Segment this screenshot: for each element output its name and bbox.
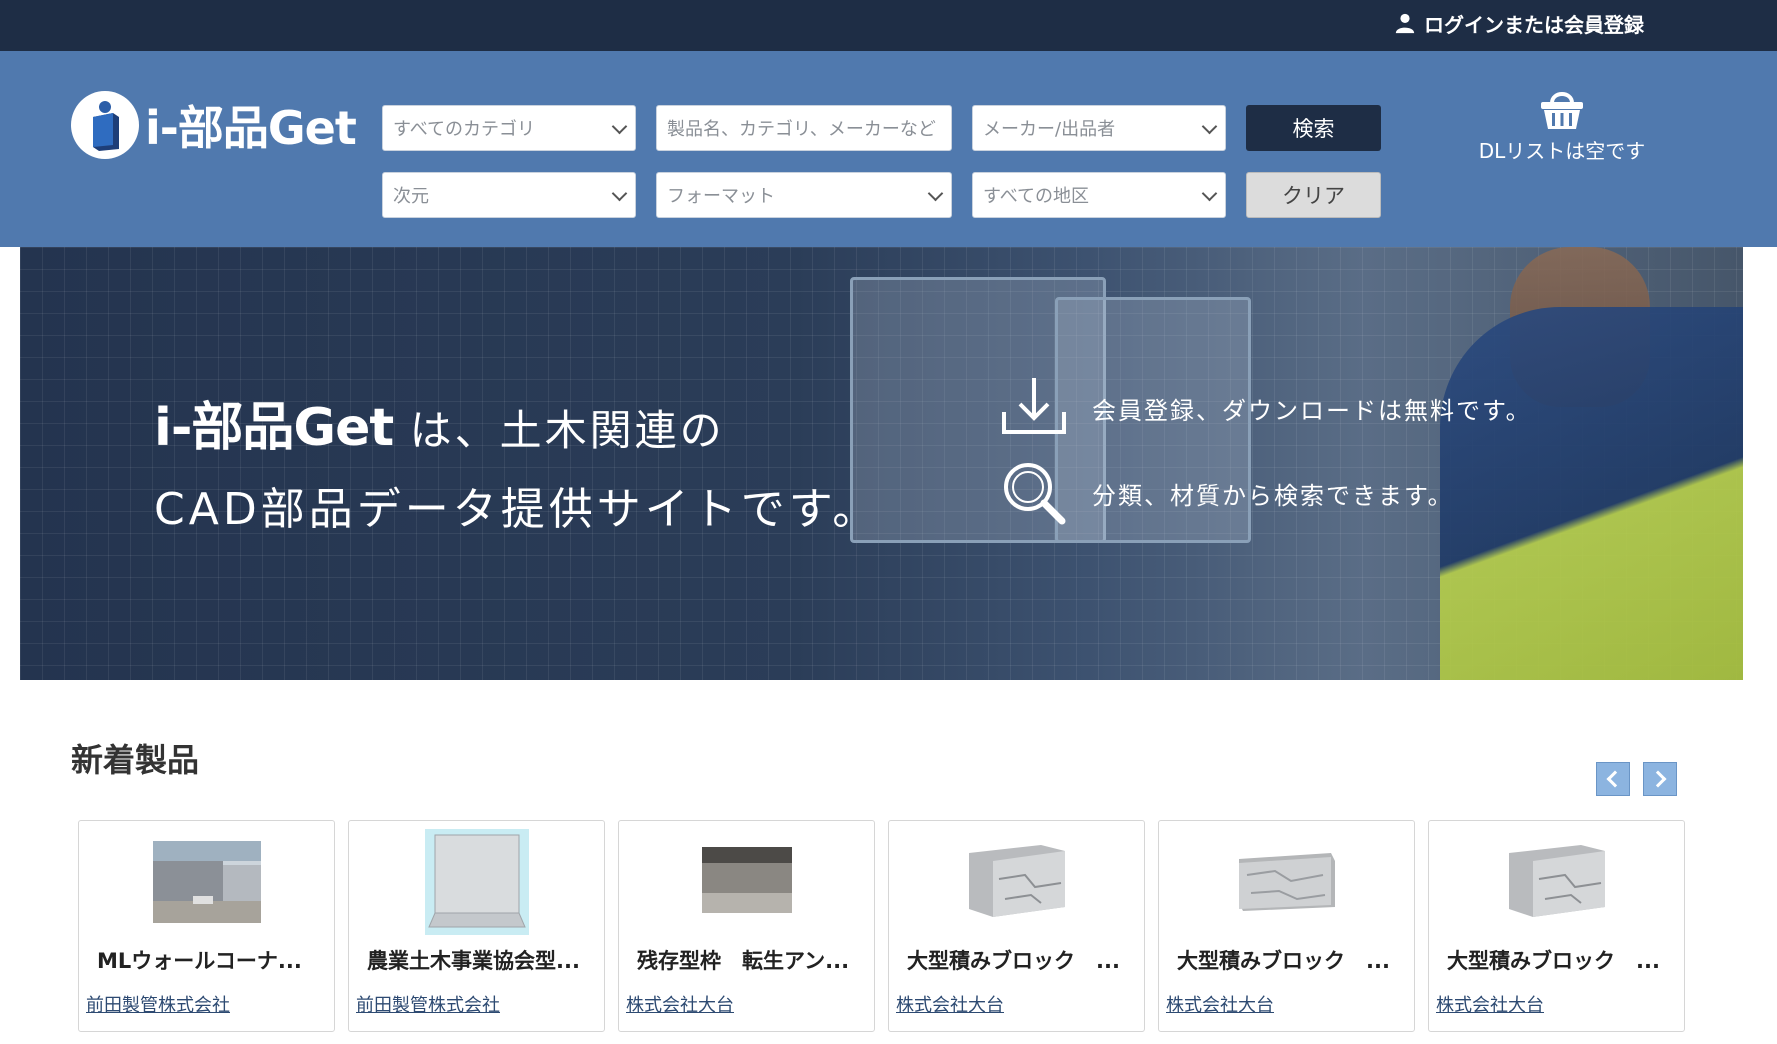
dimension-select[interactable]: 次元: [382, 172, 636, 218]
product-maker-link[interactable]: 株式会社大台: [1436, 991, 1544, 1017]
product-thumbnail: [1238, 853, 1335, 911]
chevron-right-icon: [1649, 770, 1667, 788]
hero-title: i-部品Get は、土木関連の: [154, 385, 725, 460]
product-maker-link[interactable]: 株式会社大台: [626, 991, 734, 1017]
logo-text: i-部品Get: [145, 101, 357, 155]
download-icon: [1002, 378, 1066, 434]
product-card[interactable]: MLウォールコーナ... 前田製管株式会社: [78, 820, 335, 1032]
chevron-down-icon: [927, 185, 944, 202]
product-thumbnail: [152, 841, 261, 923]
hero-brand: i-部品Get: [154, 398, 394, 458]
product-card[interactable]: 残存型枠 転生アン... 株式会社大台: [618, 820, 875, 1032]
header: i-部品Get すべてのカテゴリ 製品名、カテゴリ、メーカーなど メーカー/出品…: [0, 51, 1777, 247]
dl-list-label: DLリストは空です: [1478, 139, 1646, 163]
user-icon: [1395, 13, 1415, 34]
product-thumbnail: [1508, 845, 1605, 917]
chevron-down-icon: [611, 118, 628, 135]
hero-banner: i-部品Get は、土木関連の CAD部品データ提供サイトです。 会員登録、ダウ…: [20, 247, 1743, 680]
chevron-down-icon: [1201, 118, 1218, 135]
chevron-down-icon: [611, 185, 628, 202]
product-card[interactable]: 大型積みブロック ... 株式会社大台: [888, 820, 1145, 1032]
category-select[interactable]: すべてのカテゴリ: [382, 105, 636, 151]
search-button[interactable]: 検索: [1246, 105, 1381, 151]
search-input[interactable]: 製品名、カテゴリ、メーカーなど: [656, 105, 952, 151]
product-card[interactable]: 大型積みブロック ... 株式会社大台: [1158, 820, 1415, 1032]
top-bar: ログインまたは会員登録: [0, 0, 1777, 51]
product-name[interactable]: 大型積みブロック ...: [907, 945, 1129, 975]
maker-select[interactable]: メーカー/出品者: [972, 105, 1226, 151]
login-label: ログインまたは会員登録: [1424, 12, 1644, 37]
new-products-title: 新着製品: [71, 741, 200, 779]
magnifier-icon: [1004, 463, 1066, 525]
dl-list-button[interactable]: DLリストは空です: [1462, 87, 1662, 164]
product-thumbnail: [424, 829, 529, 935]
format-select[interactable]: フォーマット: [656, 172, 952, 218]
hero-feature-download: 会員登録、ダウンロードは無料です。: [998, 372, 1532, 444]
hero-title-rest: は、土木関連の: [393, 406, 725, 455]
product-maker-link[interactable]: 前田製管株式会社: [356, 991, 500, 1017]
product-name[interactable]: 大型積みブロック ...: [1447, 945, 1669, 975]
product-name[interactable]: MLウォールコーナ...: [97, 945, 319, 975]
site-logo[interactable]: i-部品Get: [71, 89, 357, 161]
product-maker-link[interactable]: 株式会社大台: [896, 991, 1004, 1017]
product-maker-link[interactable]: 前田製管株式会社: [86, 991, 230, 1017]
hero-feature-search: 分類、材質から検索できます。: [998, 457, 1454, 529]
feature-download-text: 会員登録、ダウンロードは無料です。: [1092, 396, 1532, 425]
hero-subtitle: CAD部品データ提供サイトです。: [154, 484, 881, 535]
carousel-prev-button[interactable]: [1596, 762, 1630, 796]
product-card[interactable]: 農業土木事業協会型... 前田製管株式会社: [348, 820, 605, 1032]
region-select-value: すべての地区: [983, 186, 1090, 207]
dimension-select-value: 次元: [393, 186, 429, 207]
carousel-next-button[interactable]: [1643, 762, 1677, 796]
product-card[interactable]: 大型積みブロック ... 株式会社大台: [1428, 820, 1685, 1032]
search-input-placeholder: 製品名、カテゴリ、メーカーなど: [667, 119, 936, 140]
chevron-down-icon: [1201, 185, 1218, 202]
engineer-image: [1440, 307, 1743, 680]
product-name[interactable]: 残存型枠 転生アン...: [637, 945, 859, 975]
product-name[interactable]: 大型積みブロック ...: [1177, 945, 1399, 975]
feature-search-text: 分類、材質から検索できます。: [1092, 481, 1454, 510]
product-maker-link[interactable]: 株式会社大台: [1166, 991, 1274, 1017]
format-select-value: フォーマット: [667, 186, 775, 207]
product-thumbnail: [701, 847, 792, 913]
maker-select-value: メーカー/出品者: [983, 119, 1116, 140]
basket-icon: [1541, 92, 1583, 129]
product-name[interactable]: 農業土木事業協会型...: [367, 945, 589, 975]
category-select-value: すべてのカテゴリ: [393, 119, 536, 140]
region-select[interactable]: すべての地区: [972, 172, 1226, 218]
logo-mark-icon: [71, 91, 139, 159]
chevron-left-icon: [1606, 770, 1624, 788]
product-thumbnail: [968, 845, 1065, 917]
login-link[interactable]: ログインまたは会員登録: [1394, 0, 1644, 46]
clear-button[interactable]: クリア: [1246, 172, 1381, 218]
